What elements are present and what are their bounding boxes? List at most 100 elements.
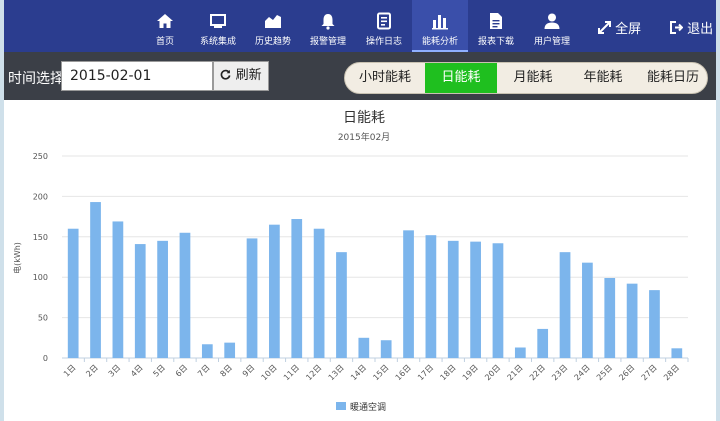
tab-hourly-energy[interactable]: 小时能耗 — [345, 63, 425, 93]
bar[interactable] — [470, 241, 481, 358]
bell-icon — [321, 14, 335, 30]
trend-chart-icon — [265, 15, 281, 28]
nav-item-system-integration[interactable]: 系统集成 — [194, 0, 242, 52]
bar[interactable] — [179, 232, 191, 358]
nav-item-label: 报警管理 — [309, 37, 346, 47]
x-tick-label: 18日 — [438, 363, 457, 382]
bar[interactable] — [380, 340, 392, 358]
user-icon — [544, 13, 560, 29]
x-tick-label: 15日 — [371, 363, 390, 382]
bar[interactable] — [447, 240, 459, 358]
bar[interactable] — [492, 243, 504, 358]
bar[interactable] — [313, 228, 325, 358]
nav-item-report-download[interactable]: 报表下载 — [472, 0, 520, 52]
x-tick-label: 5日 — [151, 363, 167, 379]
x-tick-label: 6日 — [174, 363, 190, 379]
x-tick-label: 11日 — [282, 363, 301, 382]
x-tick-label: 17日 — [416, 363, 435, 382]
nav-item-label: 操作日志 — [365, 37, 402, 47]
nav-item-home[interactable]: 首页 — [149, 0, 181, 52]
bar[interactable] — [403, 230, 414, 358]
tab-daily-energy[interactable]: 日能耗 — [425, 63, 497, 93]
legend-label[interactable]: 暖通空调 — [350, 401, 386, 413]
x-tick-label: 7日 — [196, 363, 212, 379]
bar[interactable] — [671, 348, 683, 358]
x-tick-label: 14日 — [349, 363, 368, 382]
daily-energy-chart: 日能耗 2015年02月 电(kWh) 0 50 100 150 200 250 1日 2日… — [12, 110, 689, 413]
bar[interactable] — [201, 344, 213, 358]
nav-item-energy-analysis[interactable]: 能耗分析 — [412, 0, 468, 52]
monitor-icon — [210, 14, 226, 28]
tab-yearly-energy[interactable]: 年能耗 — [569, 63, 637, 93]
bar[interactable] — [112, 221, 124, 358]
bar[interactable] — [224, 342, 236, 358]
fullscreen-button[interactable]: 全屏 — [598, 18, 641, 37]
y-axis-label: 电(kWh) — [12, 242, 22, 274]
nav-item-operation-log[interactable]: 操作日志 — [360, 0, 408, 52]
nav-item-history-trend[interactable]: 历史趋势 — [249, 0, 297, 52]
bar[interactable] — [582, 262, 593, 358]
nav-item-user-management[interactable]: 用户管理 — [528, 0, 576, 52]
logout-label: 退出 — [687, 22, 714, 37]
top-navigation: 首页 系统集成 历史趋势 报警管理 操作日志 能耗分析 报表下载 用户管理 全屏… — [4, 0, 716, 52]
refresh-label: 刷新 — [235, 68, 262, 83]
x-tick-label: 16日 — [394, 363, 413, 382]
tab-monthly-energy[interactable]: 月能耗 — [497, 63, 569, 93]
filter-toolbar: 时间选择: 2015-02-01 刷新 小时能耗 日能耗 月能耗 年能耗 能耗日… — [4, 52, 716, 100]
nav-item-label: 首页 — [155, 37, 174, 47]
bar[interactable] — [626, 283, 638, 358]
bar[interactable] — [157, 240, 168, 358]
y-tick-label: 100 — [33, 273, 48, 282]
tab-energy-calendar[interactable]: 能耗日历 — [637, 63, 707, 93]
x-tick-label: 1日 — [62, 363, 78, 379]
bar[interactable] — [90, 202, 101, 358]
bar[interactable] — [269, 224, 280, 358]
x-tick-label: 19日 — [461, 363, 480, 382]
bar[interactable] — [514, 347, 526, 358]
nav-item-label: 能耗分析 — [421, 37, 458, 47]
bar[interactable] — [537, 328, 549, 358]
x-tick-label: 22日 — [528, 363, 547, 382]
logout-button[interactable]: 退出 — [670, 18, 713, 37]
legend-swatch[interactable] — [336, 402, 346, 410]
x-tick-label: 4日 — [129, 363, 145, 379]
chart-subtitle: 2015年02月 — [338, 131, 390, 143]
x-tick-label: 8日 — [218, 363, 234, 379]
log-book-icon — [377, 12, 391, 30]
fullscreen-label: 全屏 — [615, 22, 642, 37]
x-tick-label: 20日 — [483, 363, 502, 382]
x-tick-label: 21日 — [506, 363, 525, 382]
bar[interactable] — [291, 219, 303, 358]
y-tick-label: 0 — [43, 354, 48, 363]
bar[interactable] — [425, 235, 437, 358]
expand-arrows-icon — [598, 21, 611, 34]
bar[interactable] — [246, 238, 258, 358]
nav-item-alarm-management[interactable]: 报警管理 — [304, 0, 352, 52]
x-tick-label: 13日 — [327, 363, 346, 382]
report-file-icon — [490, 13, 502, 29]
chart-title: 日能耗 — [343, 110, 385, 126]
bar[interactable] — [649, 290, 660, 358]
x-tick-label: 27日 — [640, 363, 659, 382]
bar-chart-icon — [432, 15, 448, 30]
bar[interactable] — [134, 244, 146, 358]
x-tick-label: 28日 — [662, 363, 681, 382]
logout-icon — [670, 21, 684, 34]
x-tick-label: 9日 — [241, 363, 257, 379]
date-label: 时间选择: — [8, 71, 69, 87]
x-tick-label: 3日 — [107, 363, 123, 379]
y-tick-label: 50 — [38, 314, 48, 323]
x-tick-label: 25日 — [595, 363, 614, 382]
x-tick-label: 23日 — [550, 363, 569, 382]
nav-item-label: 历史趋势 — [254, 37, 291, 47]
refresh-button[interactable]: 刷新 — [213, 61, 269, 91]
period-tabs: 小时能耗 日能耗 月能耗 年能耗 能耗日历 — [344, 62, 708, 94]
bar[interactable] — [358, 337, 370, 358]
bar[interactable] — [604, 278, 616, 358]
bar[interactable] — [67, 228, 79, 358]
y-tick-label: 150 — [33, 233, 48, 242]
bar[interactable] — [559, 252, 571, 358]
y-tick-label: 200 — [33, 192, 48, 201]
bar[interactable] — [336, 252, 347, 358]
date-input[interactable]: 2015-02-01 — [61, 61, 213, 91]
